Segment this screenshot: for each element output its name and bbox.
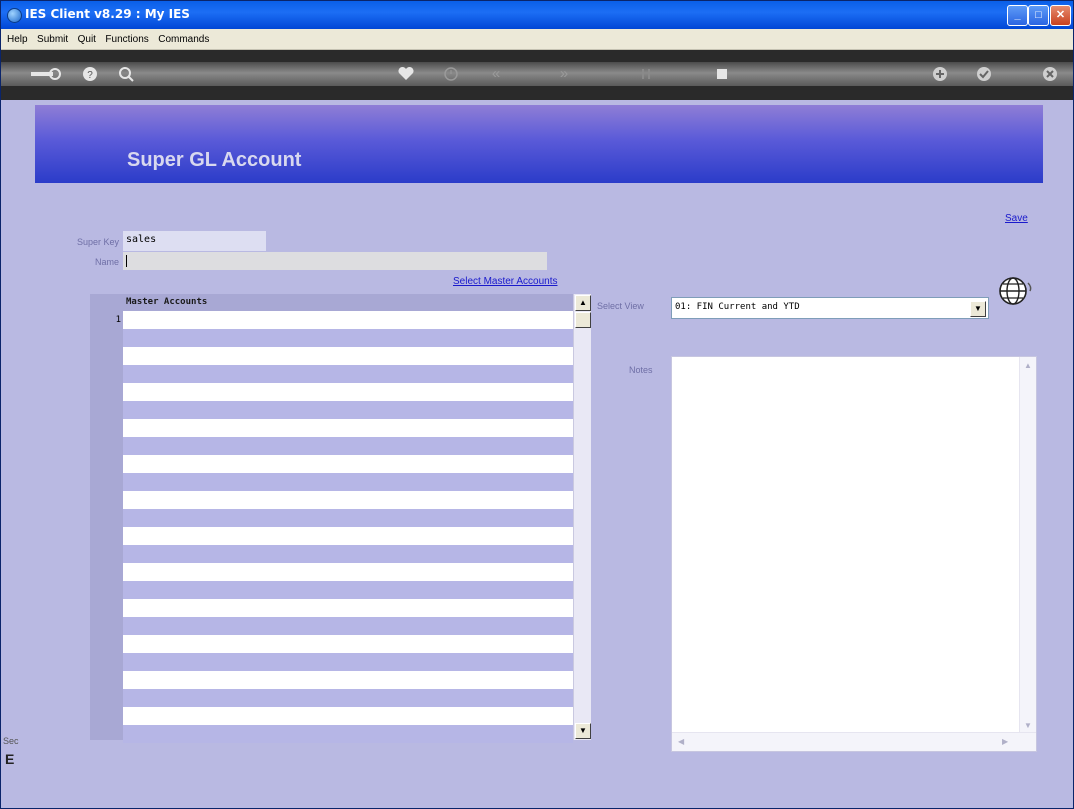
notes-textarea[interactable]: ▲ ▼ ◀ ▶ bbox=[671, 356, 1037, 752]
title-bar: IES Client v8.29 : My IES _ □ ✕ bbox=[1, 1, 1073, 29]
table-row[interactable] bbox=[123, 617, 573, 635]
table-row[interactable] bbox=[123, 653, 573, 671]
table-row[interactable] bbox=[123, 671, 573, 689]
table-row[interactable] bbox=[123, 365, 573, 383]
table-row[interactable] bbox=[123, 419, 573, 437]
table-row[interactable] bbox=[123, 401, 573, 419]
text-caret bbox=[126, 255, 127, 267]
search-icon[interactable] bbox=[117, 65, 135, 83]
table-row[interactable] bbox=[123, 527, 573, 545]
table-row[interactable] bbox=[123, 545, 573, 563]
plus-icon[interactable] bbox=[931, 65, 949, 83]
super-key-field[interactable]: sales bbox=[123, 231, 266, 251]
table-row[interactable] bbox=[123, 329, 573, 347]
select-view-label: Select View bbox=[597, 301, 644, 311]
toolbar: ? « » bbox=[1, 50, 1073, 100]
table-row[interactable] bbox=[123, 455, 573, 473]
name-field[interactable] bbox=[123, 252, 547, 270]
notes-horizontal-scrollbar[interactable]: ◀ ▶ bbox=[672, 732, 1036, 751]
table-row[interactable] bbox=[123, 689, 573, 707]
select-view-dropdown[interactable]: 01: FIN Current and YTD ▼ bbox=[671, 297, 989, 319]
notes-vertical-scrollbar[interactable]: ▲ ▼ bbox=[1019, 357, 1036, 733]
scroll-down-arrow-icon[interactable]: ▼ bbox=[575, 723, 591, 739]
table-row[interactable] bbox=[123, 509, 573, 527]
clipped-side-glyph: E bbox=[5, 751, 15, 767]
table-row[interactable] bbox=[123, 491, 573, 509]
menu-quit[interactable]: Quit bbox=[76, 30, 98, 45]
table-row[interactable] bbox=[123, 725, 573, 743]
toolbar-band bbox=[1, 62, 1073, 86]
window-title: IES Client v8.29 : My IES bbox=[25, 7, 190, 21]
table-row[interactable] bbox=[123, 311, 573, 329]
globe-icon[interactable] bbox=[995, 271, 1035, 311]
maximize-button[interactable]: □ bbox=[1028, 5, 1049, 26]
row-number: 1 bbox=[115, 315, 121, 325]
save-link[interactable]: Save bbox=[1005, 213, 1028, 224]
chevron-down-icon[interactable]: ▼ bbox=[970, 301, 986, 317]
table-row[interactable] bbox=[123, 437, 573, 455]
stop-icon[interactable] bbox=[713, 65, 731, 83]
master-accounts-grid: 1 Master Accounts ▲ ▼ bbox=[90, 294, 591, 743]
minimize-button[interactable]: _ bbox=[1007, 5, 1028, 26]
notes-scroll-right-icon[interactable]: ▶ bbox=[1002, 737, 1008, 746]
table-row[interactable] bbox=[123, 563, 573, 581]
name-label: Name bbox=[94, 257, 119, 267]
page-title: Super GL Account bbox=[127, 149, 302, 171]
super-key-label: Super Key bbox=[76, 237, 119, 247]
notes-scroll-up-icon[interactable]: ▲ bbox=[1024, 361, 1032, 370]
grid-header: Master Accounts bbox=[123, 294, 573, 311]
select-view-value: 01: FIN Current and YTD bbox=[675, 302, 800, 312]
key-icon[interactable] bbox=[29, 65, 61, 83]
table-row[interactable] bbox=[123, 383, 573, 401]
rewind-icon[interactable]: « bbox=[487, 65, 505, 83]
notes-scroll-left-icon[interactable]: ◀ bbox=[678, 737, 684, 746]
menu-commands[interactable]: Commands bbox=[156, 30, 211, 45]
page-banner: Super GL Account bbox=[35, 105, 1043, 183]
notes-label: Notes bbox=[629, 365, 653, 375]
table-row[interactable] bbox=[123, 599, 573, 617]
forward-icon[interactable]: » bbox=[555, 65, 573, 83]
row-number-gutter: 1 bbox=[90, 294, 123, 740]
pause-icon[interactable] bbox=[637, 65, 655, 83]
menu-bar: Help Submit Quit Functions Commands bbox=[1, 29, 1073, 50]
app-icon bbox=[7, 8, 22, 23]
table-row[interactable] bbox=[123, 635, 573, 653]
clock-icon[interactable] bbox=[442, 65, 460, 83]
close-button[interactable]: ✕ bbox=[1050, 5, 1071, 26]
svg-text:?: ? bbox=[87, 70, 93, 81]
select-master-accounts-link[interactable]: Select Master Accounts bbox=[453, 276, 558, 287]
notes-scroll-down-icon[interactable]: ▼ bbox=[1024, 721, 1032, 730]
scroll-up-arrow-icon[interactable]: ▲ bbox=[575, 295, 591, 311]
menu-submit[interactable]: Submit bbox=[35, 30, 70, 45]
help-icon[interactable]: ? bbox=[81, 65, 99, 83]
menu-functions[interactable]: Functions bbox=[103, 30, 150, 45]
table-row[interactable] bbox=[123, 473, 573, 491]
check-icon[interactable] bbox=[975, 65, 993, 83]
table-row[interactable] bbox=[123, 347, 573, 365]
heart-icon[interactable] bbox=[397, 65, 415, 83]
table-row[interactable] bbox=[123, 707, 573, 725]
clipped-side-label: Sec bbox=[3, 736, 19, 746]
menu-help[interactable]: Help bbox=[5, 30, 30, 45]
application-window: IES Client v8.29 : My IES _ □ ✕ Help Sub… bbox=[0, 0, 1074, 809]
cancel-icon[interactable] bbox=[1041, 65, 1059, 83]
scroll-thumb[interactable] bbox=[575, 312, 591, 328]
table-row[interactable] bbox=[123, 581, 573, 599]
grid-scrollbar[interactable]: ▲ ▼ bbox=[573, 294, 591, 740]
